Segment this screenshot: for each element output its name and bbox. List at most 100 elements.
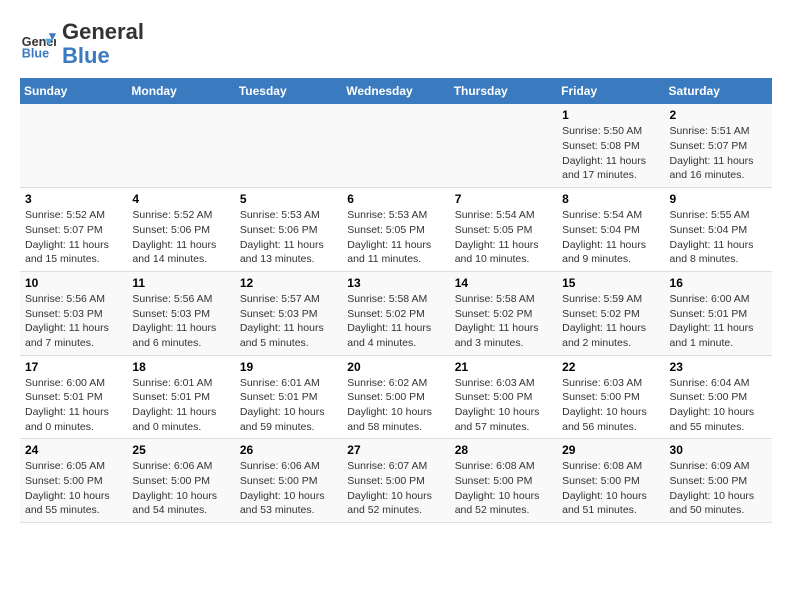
day-number: 18 [132,360,229,374]
calendar-cell [127,104,234,187]
week-row: 17 Sunrise: 6:00 AMSunset: 5:01 PMDayligh… [20,355,772,439]
svg-text:Blue: Blue [22,47,49,61]
day-number: 10 [25,276,122,290]
week-row: 10 Sunrise: 5:56 AMSunset: 5:03 PMDayligh… [20,271,772,355]
weekday-header: Saturday [665,78,772,104]
day-info: Sunrise: 6:00 AMSunset: 5:01 PMDaylight:… [25,376,122,435]
day-info: Sunrise: 5:52 AMSunset: 5:07 PMDaylight:… [25,208,122,267]
day-info: Sunrise: 5:52 AMSunset: 5:06 PMDaylight:… [132,208,229,267]
calendar-cell: 7 Sunrise: 5:54 AMSunset: 5:05 PMDaylight… [450,188,557,272]
weekday-header: Sunday [20,78,127,104]
day-number: 4 [132,192,229,206]
day-number: 2 [670,108,767,122]
week-row: 3 Sunrise: 5:52 AMSunset: 5:07 PMDaylight… [20,188,772,272]
day-number: 19 [240,360,337,374]
calendar-cell: 21Sunrise: 6:03 AMSunset: 5:00 PMDayligh… [450,355,557,439]
day-info: Sunrise: 5:54 AMSunset: 5:04 PMDaylight:… [562,208,659,267]
day-info: Sunrise: 6:05 AMSunset: 5:00 PMDaylight:… [25,459,122,518]
day-number: 8 [562,192,659,206]
day-number: 17 [25,360,122,374]
day-info: Sunrise: 5:58 AMSunset: 5:02 PMDaylight:… [455,292,552,351]
page-header: General Blue General Blue [20,20,772,68]
day-info: Sunrise: 6:08 AMSunset: 5:00 PMDaylight:… [562,459,659,518]
day-number: 14 [455,276,552,290]
weekday-header: Monday [127,78,234,104]
calendar-cell: 8 Sunrise: 5:54 AMSunset: 5:04 PMDaylight… [557,188,664,272]
day-number: 20 [347,360,444,374]
weekday-header: Tuesday [235,78,342,104]
weekday-header: Wednesday [342,78,449,104]
day-number: 5 [240,192,337,206]
day-number: 29 [562,443,659,457]
day-info: Sunrise: 6:07 AMSunset: 5:00 PMDaylight:… [347,459,444,518]
calendar-cell: 12 Sunrise: 5:57 AMSunset: 5:03 PMDayligh… [235,271,342,355]
day-info: Sunrise: 5:54 AMSunset: 5:05 PMDaylight:… [455,208,552,267]
day-info: Sunrise: 6:01 AMSunset: 5:01 PMDaylight:… [240,376,337,435]
calendar-cell [450,104,557,187]
day-number: 27 [347,443,444,457]
week-row: 24 Sunrise: 6:05 AMSunset: 5:00 PMDayligh… [20,439,772,523]
calendar-cell [20,104,127,187]
day-number: 28 [455,443,552,457]
calendar-cell: 27 Sunrise: 6:07 AMSunset: 5:00 PMDayligh… [342,439,449,523]
day-number: 12 [240,276,337,290]
weekday-header: Friday [557,78,664,104]
calendar-cell: 30 Sunrise: 6:09 AMSunset: 5:00 PMDayligh… [665,439,772,523]
day-number: 13 [347,276,444,290]
day-number: 26 [240,443,337,457]
day-number: 3 [25,192,122,206]
calendar-cell: 9 Sunrise: 5:55 AMSunset: 5:04 PMDaylight… [665,188,772,272]
day-number: 9 [670,192,767,206]
logo-text: General Blue [62,20,144,68]
day-info: Sunrise: 6:02 AMSunset: 5:00 PMDaylight:… [347,376,444,435]
calendar-cell: 15 Sunrise: 5:59 AMSunset: 5:02 PMDayligh… [557,271,664,355]
day-info: Sunrise: 5:53 AMSunset: 5:05 PMDaylight:… [347,208,444,267]
calendar-cell: 6Sunrise: 5:53 AMSunset: 5:05 PMDaylight… [342,188,449,272]
day-info: Sunrise: 5:56 AMSunset: 5:03 PMDaylight:… [25,292,122,351]
day-number: 25 [132,443,229,457]
day-info: Sunrise: 5:51 AMSunset: 5:07 PMDaylight:… [670,124,767,183]
calendar-cell: 5 Sunrise: 5:53 AMSunset: 5:06 PMDaylight… [235,188,342,272]
logo-icon: General Blue [20,26,56,62]
calendar-cell: 23Sunrise: 6:04 AMSunset: 5:00 PMDayligh… [665,355,772,439]
day-info: Sunrise: 6:06 AMSunset: 5:00 PMDaylight:… [240,459,337,518]
day-info: Sunrise: 6:04 AMSunset: 5:00 PMDaylight:… [670,376,767,435]
day-number: 16 [670,276,767,290]
day-number: 22 [562,360,659,374]
day-info: Sunrise: 5:55 AMSunset: 5:04 PMDaylight:… [670,208,767,267]
calendar-cell: 24 Sunrise: 6:05 AMSunset: 5:00 PMDayligh… [20,439,127,523]
day-info: Sunrise: 6:08 AMSunset: 5:00 PMDaylight:… [455,459,552,518]
calendar-cell: 28 Sunrise: 6:08 AMSunset: 5:00 PMDayligh… [450,439,557,523]
calendar-cell [235,104,342,187]
logo: General Blue General Blue [20,20,144,68]
calendar-cell: 20 Sunrise: 6:02 AMSunset: 5:00 PMDayligh… [342,355,449,439]
day-info: Sunrise: 5:57 AMSunset: 5:03 PMDaylight:… [240,292,337,351]
calendar-cell: 18 Sunrise: 6:01 AMSunset: 5:01 PMDayligh… [127,355,234,439]
day-info: Sunrise: 5:50 AMSunset: 5:08 PMDaylight:… [562,124,659,183]
weekday-header-row: SundayMondayTuesdayWednesdayThursdayFrid… [20,78,772,104]
day-number: 24 [25,443,122,457]
calendar-table: SundayMondayTuesdayWednesdayThursdayFrid… [20,78,772,523]
calendar-cell: 22 Sunrise: 6:03 AMSunset: 5:00 PMDayligh… [557,355,664,439]
day-info: Sunrise: 6:09 AMSunset: 5:00 PMDaylight:… [670,459,767,518]
day-info: Sunrise: 6:03 AMSunset: 5:00 PMDaylight:… [562,376,659,435]
week-row: 1 Sunrise: 5:50 AMSunset: 5:08 PMDaylight… [20,104,772,187]
day-number: 30 [670,443,767,457]
day-info: Sunrise: 6:01 AMSunset: 5:01 PMDaylight:… [132,376,229,435]
day-number: 15 [562,276,659,290]
calendar-cell: 1 Sunrise: 5:50 AMSunset: 5:08 PMDaylight… [557,104,664,187]
day-info: Sunrise: 6:00 AMSunset: 5:01 PMDaylight:… [670,292,767,351]
calendar-cell: 4 Sunrise: 5:52 AMSunset: 5:06 PMDaylight… [127,188,234,272]
day-number: 7 [455,192,552,206]
day-info: Sunrise: 5:59 AMSunset: 5:02 PMDaylight:… [562,292,659,351]
calendar-cell [342,104,449,187]
calendar-cell: 13Sunrise: 5:58 AMSunset: 5:02 PMDayligh… [342,271,449,355]
day-number: 1 [562,108,659,122]
calendar-cell: 11Sunrise: 5:56 AMSunset: 5:03 PMDayligh… [127,271,234,355]
calendar-cell: 19 Sunrise: 6:01 AMSunset: 5:01 PMDayligh… [235,355,342,439]
calendar-cell: 3 Sunrise: 5:52 AMSunset: 5:07 PMDaylight… [20,188,127,272]
calendar-cell: 16 Sunrise: 6:00 AMSunset: 5:01 PMDayligh… [665,271,772,355]
day-info: Sunrise: 6:03 AMSunset: 5:00 PMDaylight:… [455,376,552,435]
day-info: Sunrise: 6:06 AMSunset: 5:00 PMDaylight:… [132,459,229,518]
day-info: Sunrise: 5:53 AMSunset: 5:06 PMDaylight:… [240,208,337,267]
